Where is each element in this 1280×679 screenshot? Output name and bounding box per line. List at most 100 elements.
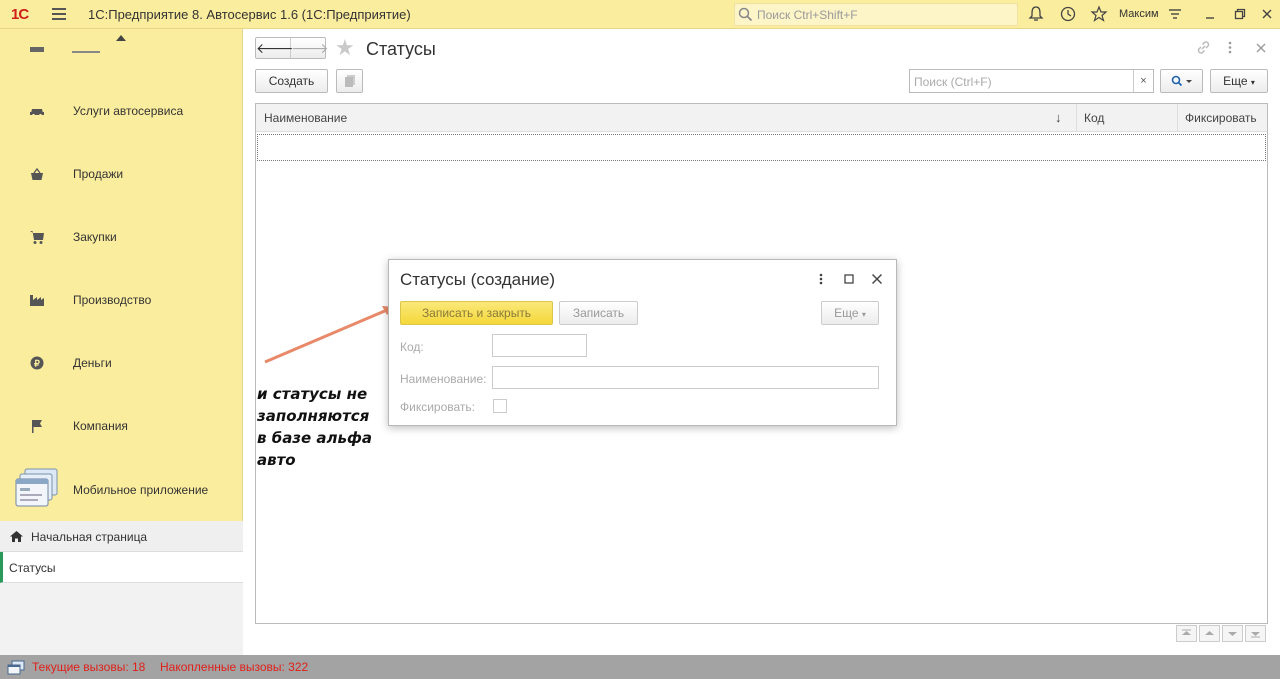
fixed-checkbox[interactable]	[493, 399, 507, 413]
history-icon[interactable]	[1059, 5, 1077, 23]
global-search-placeholder: Поиск Ctrl+Shift+F	[757, 8, 858, 22]
column-header-code[interactable]: Код	[1084, 104, 1104, 132]
sidebar-item-label: Закупки	[73, 230, 117, 244]
open-window-label: Статусы	[9, 561, 56, 575]
annotation-line: и статусы не	[257, 385, 368, 403]
sidebar-item-company[interactable]: Компания	[0, 406, 243, 446]
status-bar: Текущие вызовы: 18 Накопленные вызовы: 3…	[0, 655, 1280, 679]
code-field[interactable]	[492, 334, 587, 357]
more-actions-button[interactable]: Еще ▾	[1210, 69, 1268, 93]
sidebar-item-purchases[interactable]: Закупки	[0, 217, 243, 257]
sidebar-item-production[interactable]: Производство	[0, 280, 243, 320]
app-logo: 1С	[11, 6, 29, 23]
basket-icon	[31, 167, 43, 180]
double-up-icon	[1182, 629, 1191, 635]
dialog-maximize-icon[interactable]	[843, 272, 855, 286]
table-row[interactable]	[257, 134, 1266, 161]
scroll-down-button[interactable]	[1222, 625, 1243, 642]
chevron-down-icon: ▾	[1250, 78, 1255, 87]
open-windows-panel: Начальная страница Статусы	[0, 521, 243, 655]
favorite-star-icon[interactable]: ★	[335, 37, 355, 59]
sections-panel: Услуги автосервиса Продажи Закупки Произ…	[0, 29, 243, 521]
annotation-line: заполняются	[257, 407, 370, 425]
mobile-app-icon	[15, 468, 58, 507]
bell-icon[interactable]	[1027, 5, 1045, 23]
back-button[interactable]: 🡐	[256, 38, 294, 58]
partial-section-item	[30, 47, 100, 53]
open-windows-empty-area	[0, 583, 243, 655]
home-page-item[interactable]: Начальная страница	[0, 521, 243, 552]
create-button[interactable]: Создать	[255, 69, 328, 93]
list-search-input[interactable]: Поиск (Ctrl+F) ×	[909, 69, 1154, 93]
column-divider	[1076, 104, 1077, 132]
status-create-dialog: Статусы (создание) Записать и закрыть За…	[388, 259, 897, 426]
table-header: Наименование ↓ Код Фиксировать	[256, 104, 1267, 132]
favorites-star-icon[interactable]	[1090, 5, 1108, 23]
chevron-down-icon: ▾	[861, 310, 866, 319]
copy-button[interactable]	[336, 69, 363, 93]
home-page-label: Начальная страница	[31, 530, 148, 544]
sidebar-item-services[interactable]: Услуги автосервиса	[0, 91, 243, 131]
fixed-label: Фиксировать:	[400, 400, 475, 414]
code-label: Код:	[400, 340, 424, 354]
open-window-statuses[interactable]: Статусы	[0, 552, 243, 583]
coin-icon: ₽	[30, 356, 44, 370]
more-vertical-icon[interactable]	[1227, 40, 1233, 55]
link-icon[interactable]	[1196, 40, 1211, 55]
flag-icon	[32, 420, 42, 433]
scroll-to-top-button[interactable]	[1176, 625, 1197, 642]
cart-icon	[30, 231, 44, 244]
clear-search-button[interactable]: ×	[1133, 70, 1153, 92]
up-icon	[1205, 631, 1214, 635]
down-icon	[1228, 632, 1237, 636]
forward-button[interactable]: 🡒	[291, 38, 329, 58]
close-window-icon[interactable]	[1258, 5, 1276, 23]
column-header-name[interactable]: Наименование	[264, 104, 347, 132]
annotation-text: и статусы не заполняются в базе альфа ав…	[257, 383, 387, 471]
column-divider	[1177, 104, 1178, 132]
double-down-icon	[1251, 632, 1260, 638]
dialog-more-icon[interactable]	[818, 272, 824, 286]
sidebar-item-label: Продажи	[73, 167, 124, 181]
page-title: Статусы	[366, 39, 436, 59]
save-and-close-button[interactable]: Записать и закрыть	[400, 301, 553, 325]
menu-icon[interactable]	[52, 8, 66, 20]
close-form-icon[interactable]	[1255, 40, 1267, 55]
annotation-line: в базе альфа	[257, 429, 373, 447]
svg-text:₽: ₽	[34, 359, 40, 369]
name-field[interactable]	[492, 366, 879, 389]
sidebar-item-money[interactable]: ₽ Деньги	[0, 343, 243, 383]
sidebar-item-sales[interactable]: Продажи	[0, 154, 243, 194]
sidebar-item-label: Компания	[73, 419, 128, 433]
scroll-up-arrow-icon[interactable]	[116, 35, 126, 41]
dialog-more-button[interactable]: Еще ▾	[821, 301, 879, 325]
column-header-fixed[interactable]: Фиксировать	[1185, 104, 1257, 132]
car-icon	[30, 109, 44, 117]
settings-menu-icon[interactable]	[1166, 5, 1184, 23]
global-search-input[interactable]: Поиск Ctrl+Shift+F	[734, 3, 1018, 26]
dialog-more-label: Еще	[834, 306, 859, 320]
sidebar-item-label: Деньги	[73, 356, 112, 370]
list-search-placeholder: Поиск (Ctrl+F)	[914, 75, 992, 89]
search-icon	[738, 7, 753, 22]
sidebar-item-label: Услуги автосервиса	[73, 104, 184, 118]
dialog-close-icon[interactable]	[871, 272, 883, 286]
restore-icon[interactable]	[1231, 5, 1249, 23]
accumulated-calls-counter: Накопленные вызовы: 322	[160, 660, 309, 674]
user-name[interactable]: Максим	[1119, 8, 1159, 20]
search-button[interactable]	[1160, 69, 1203, 93]
minimize-icon[interactable]	[1201, 5, 1219, 23]
annotation-line: авто	[257, 451, 296, 469]
scroll-up-button[interactable]	[1199, 625, 1220, 642]
save-button[interactable]: Записать	[559, 301, 638, 325]
performance-icon[interactable]	[7, 660, 25, 675]
name-label: Наименование:	[400, 372, 487, 386]
scroll-to-bottom-button[interactable]	[1245, 625, 1266, 642]
title-bar: 1С 1С:Предприятие 8. Автосервис 1.6 (1С:…	[0, 0, 1280, 29]
app-title: 1С:Предприятие 8. Автосервис 1.6 (1С:Пре…	[88, 7, 411, 22]
sidebar-item-label: Мобильное приложение	[73, 483, 209, 497]
search-dropdown-icon	[1171, 75, 1192, 87]
home-icon	[10, 531, 23, 542]
sort-indicator-icon: ↓	[1055, 110, 1062, 125]
more-actions-label: Еще	[1223, 74, 1248, 88]
